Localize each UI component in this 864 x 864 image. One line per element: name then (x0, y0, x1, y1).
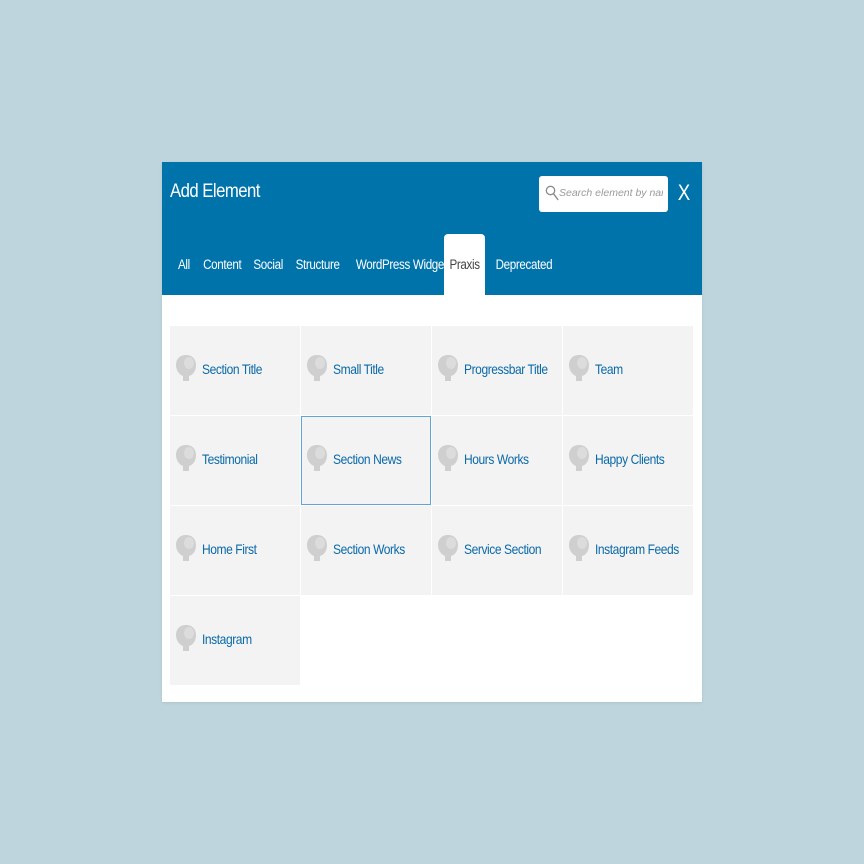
tab-content[interactable]: Content (200, 234, 244, 295)
tab-all[interactable]: All (172, 234, 196, 295)
tab-structure[interactable]: Structure (292, 234, 342, 295)
element-placeholder-icon (438, 535, 458, 561)
search-input[interactable] (559, 181, 663, 205)
element-placeholder-icon (307, 535, 327, 561)
element-placeholder-icon (307, 445, 327, 471)
element-label: Hours Works (464, 451, 529, 467)
element-section-works[interactable]: Section Works (301, 506, 431, 595)
add-element-dialog: Add Element X All Content Social Structu… (162, 162, 702, 702)
element-label: Small Title (333, 361, 384, 377)
element-placeholder-icon (176, 355, 196, 381)
close-button[interactable]: X (676, 179, 693, 207)
element-placeholder-icon (438, 355, 458, 381)
tab-deprecated[interactable]: Deprecated (491, 234, 553, 295)
dialog-title: Add Element (170, 181, 260, 202)
element-happy-clients[interactable]: Happy Clients (563, 416, 693, 505)
element-placeholder-icon (438, 445, 458, 471)
element-team[interactable]: Team (563, 326, 693, 415)
element-placeholder-icon (569, 535, 589, 561)
element-label: Progressbar Title (464, 361, 548, 377)
element-label: Testimonial (202, 451, 258, 467)
element-label: Section News (333, 451, 402, 467)
element-label: Service Section (464, 541, 542, 557)
element-section-news[interactable]: Section News (301, 416, 431, 505)
search-icon (545, 185, 559, 201)
element-placeholder-icon (176, 535, 196, 561)
element-placeholder-icon (307, 355, 327, 381)
element-testimonial[interactable]: Testimonial (170, 416, 300, 505)
element-home-first[interactable]: Home First (170, 506, 300, 595)
tab-social[interactable]: Social (250, 234, 287, 295)
element-placeholder-icon (569, 445, 589, 471)
element-service-section[interactable]: Service Section (432, 506, 562, 595)
element-label: Happy Clients (595, 451, 665, 467)
element-label: Section Works (333, 541, 405, 557)
element-label: Team (595, 361, 623, 377)
search-box[interactable] (539, 176, 668, 212)
element-label: Instagram (202, 631, 252, 647)
tab-wordpress-widgets[interactable]: WordPress Widgets (348, 234, 453, 295)
element-instagram-feeds[interactable]: Instagram Feeds (563, 506, 693, 595)
element-small-title[interactable]: Small Title (301, 326, 431, 415)
element-placeholder-icon (176, 445, 196, 471)
element-hours-works[interactable]: Hours Works (432, 416, 562, 505)
element-label: Instagram Feeds (595, 541, 679, 557)
element-section-title[interactable]: Section Title (170, 326, 300, 415)
element-progressbar-title[interactable]: Progressbar Title (432, 326, 562, 415)
element-placeholder-icon (176, 625, 196, 651)
tab-praxis[interactable]: Praxis (444, 234, 485, 295)
element-label: Home First (202, 541, 257, 557)
element-instagram[interactable]: Instagram (170, 596, 300, 685)
element-label: Section Title (202, 361, 262, 377)
category-tabs: All Content Social Structure WordPress W… (162, 234, 702, 295)
element-placeholder-icon (569, 355, 589, 381)
dialog-header: Add Element X All Content Social Structu… (162, 162, 702, 295)
